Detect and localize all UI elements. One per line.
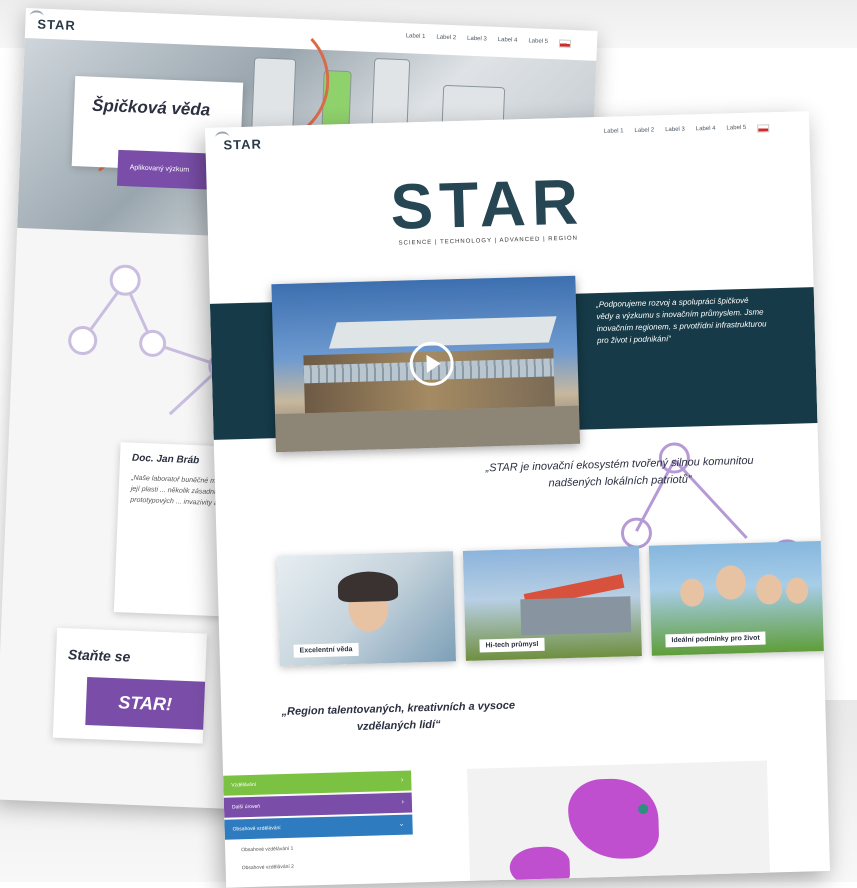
campus-video[interactable] [271,275,580,453]
cta-card: Staňte se STAR! [52,627,208,744]
logo-arc-icon [29,10,44,23]
building-facade-image [520,596,632,636]
family-image [785,577,809,604]
nav-link[interactable]: Label 4 [696,126,716,135]
feature-tiles: Excelentní věda Hi-tech průmysl Ideální … [276,540,830,667]
chevron-down-icon: ⌄ [398,820,405,828]
language-flag-icon[interactable] [558,39,572,48]
tile-living[interactable]: Ideální podmínky pro život [648,540,828,656]
tile-label: Ideální podmínky pro život [665,631,766,648]
menu-item[interactable]: Další úroveň › [223,792,413,818]
testimonial-author: Doc. Jan Bráb [131,452,200,467]
bottom-quote: „Region talentovaných, kreativních a vys… [281,699,516,733]
front-nav-links: Label 1 Label 2 Label 3 Label 4 Label 5 [604,124,770,137]
family-image [679,578,705,607]
star-main-logo: STAR SCIENCE | TECHNOLOGY | ADVANCED | R… [366,165,608,248]
scientist-hair-image [337,570,399,603]
menu-item[interactable]: Obsahové vzdělávání ⌄ [224,814,413,840]
chevron-right-icon: › [400,776,404,784]
nav-link[interactable]: Label 5 [528,38,548,47]
tile-label: Hi-tech průmysl [479,637,545,653]
nav-link[interactable]: Label 2 [436,34,456,43]
family-image [715,565,747,600]
menu-item[interactable]: Vzdělávání › [223,770,412,796]
join-star-button[interactable]: STAR! [85,676,206,730]
ground-image [275,405,580,453]
nav-link[interactable]: Label 3 [467,36,487,45]
hero-title: Špičková věda [91,95,211,120]
nav-link[interactable]: Label 5 [726,125,746,134]
front-page-mockup: STAR Label 1 Label 2 Label 3 Label 4 Lab… [205,111,830,888]
nav-link[interactable]: Label 1 [604,128,624,137]
logo-arc-icon [215,131,230,144]
nav-link[interactable]: Label 4 [498,37,518,46]
back-nav-links: Label 1 Label 2 Label 3 Label 4 Label 5 [406,33,572,48]
region-map[interactable] [466,760,771,888]
band-quote: „Podporujeme rozvoj a spolupráci špičkov… [595,295,767,346]
side-menu: Vzdělávání › Další úroveň › Obsahové vzděl… [223,770,414,877]
map-region-shape[interactable] [567,777,660,861]
nav-link[interactable]: Label 1 [406,33,426,42]
family-image [755,574,783,605]
tile-label: Excelentní věda [293,642,359,658]
nav-link[interactable]: Label 2 [634,127,654,136]
cta-heading: Staňte se [67,646,131,665]
chevron-right-icon: › [401,798,405,806]
back-logo[interactable]: STAR [29,10,76,33]
tile-industry[interactable]: Hi-tech průmysl [462,546,642,661]
tile-science[interactable]: Excelentní věda [276,551,456,667]
front-logo[interactable]: STAR [215,131,262,152]
sub-menu-item[interactable]: Obsahové vzdělávání 2 [225,854,413,877]
nav-link[interactable]: Label 3 [665,127,685,136]
logo-wordmark: STAR [389,165,585,243]
language-flag-icon[interactable] [757,124,770,133]
